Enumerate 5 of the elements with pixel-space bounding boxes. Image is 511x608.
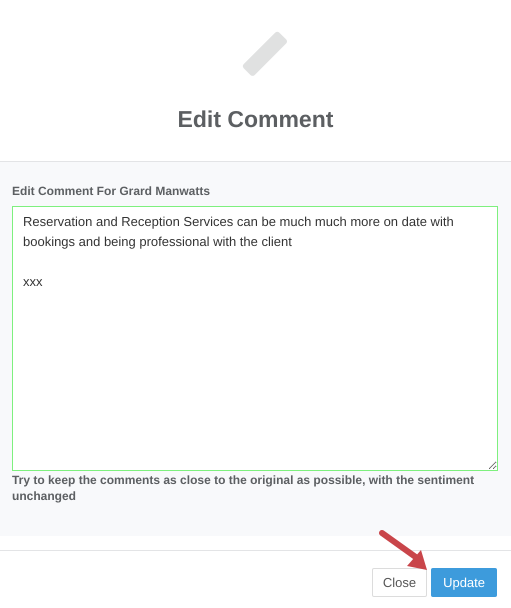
field-label: Edit Comment For Grard Manwatts — [12, 183, 212, 200]
hint-text: Try to keep the comments as close to the original as possible, with the sentiment unchanged — [12, 472, 476, 504]
comment-field[interactable]: Reservation and Reception Services can be much much more on date with bookings and being professional with the client xxx — [12, 206, 498, 471]
dialog-title: Edit Comment — [178, 105, 334, 134]
close-button[interactable]: Close — [372, 568, 428, 597]
